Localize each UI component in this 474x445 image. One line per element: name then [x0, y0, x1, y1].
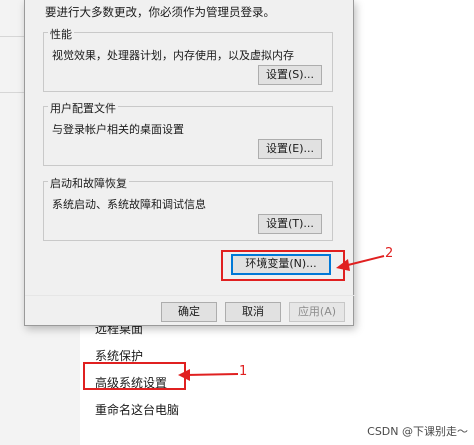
group-title-user-profiles: 用户配置文件: [48, 100, 118, 116]
link-rename-pc[interactable]: 重命名这台电脑: [95, 401, 179, 418]
left-strip: [0, 0, 24, 445]
divider: [0, 36, 24, 37]
group-startup-recovery: 启动和故障恢复 系统启动、系统故障和调试信息 设置(T)...: [43, 175, 333, 241]
group-user-profiles: 用户配置文件 与登录帐户相关的桌面设置 设置(E)...: [43, 100, 333, 166]
step-number-2: 2: [385, 246, 394, 261]
apply-button[interactable]: 应用(A): [289, 302, 345, 322]
cancel-button[interactable]: 取消: [225, 302, 281, 322]
group-title-performance: 性能: [48, 26, 74, 42]
admin-note: 要进行大多数更改，你必须作为管理员登录。: [45, 5, 275, 19]
group-performance: 性能 视觉效果，处理器计划，内存使用，以及虚拟内存 设置(S)...: [43, 26, 333, 92]
user-profiles-settings-button[interactable]: 设置(E)...: [258, 139, 322, 159]
startup-recovery-settings-button[interactable]: 设置(T)...: [258, 214, 322, 234]
group-desc-user-profiles: 与登录帐户相关的桌面设置: [52, 123, 184, 136]
step-number-1: 1: [239, 364, 248, 379]
group-title-startup-recovery: 启动和故障恢复: [48, 175, 129, 191]
footer-divider: [25, 295, 355, 296]
highlight-advanced-link: [83, 362, 186, 390]
divider: [0, 92, 24, 93]
group-desc-performance: 视觉效果，处理器计划，内存使用，以及虚拟内存: [52, 49, 294, 62]
highlight-env-button: [221, 250, 345, 281]
performance-settings-button[interactable]: 设置(S)...: [258, 65, 322, 85]
watermark: CSDN @下课别走～: [367, 425, 468, 438]
group-desc-startup-recovery: 系统启动、系统故障和调试信息: [52, 198, 206, 211]
ok-button[interactable]: 确定: [161, 302, 217, 322]
